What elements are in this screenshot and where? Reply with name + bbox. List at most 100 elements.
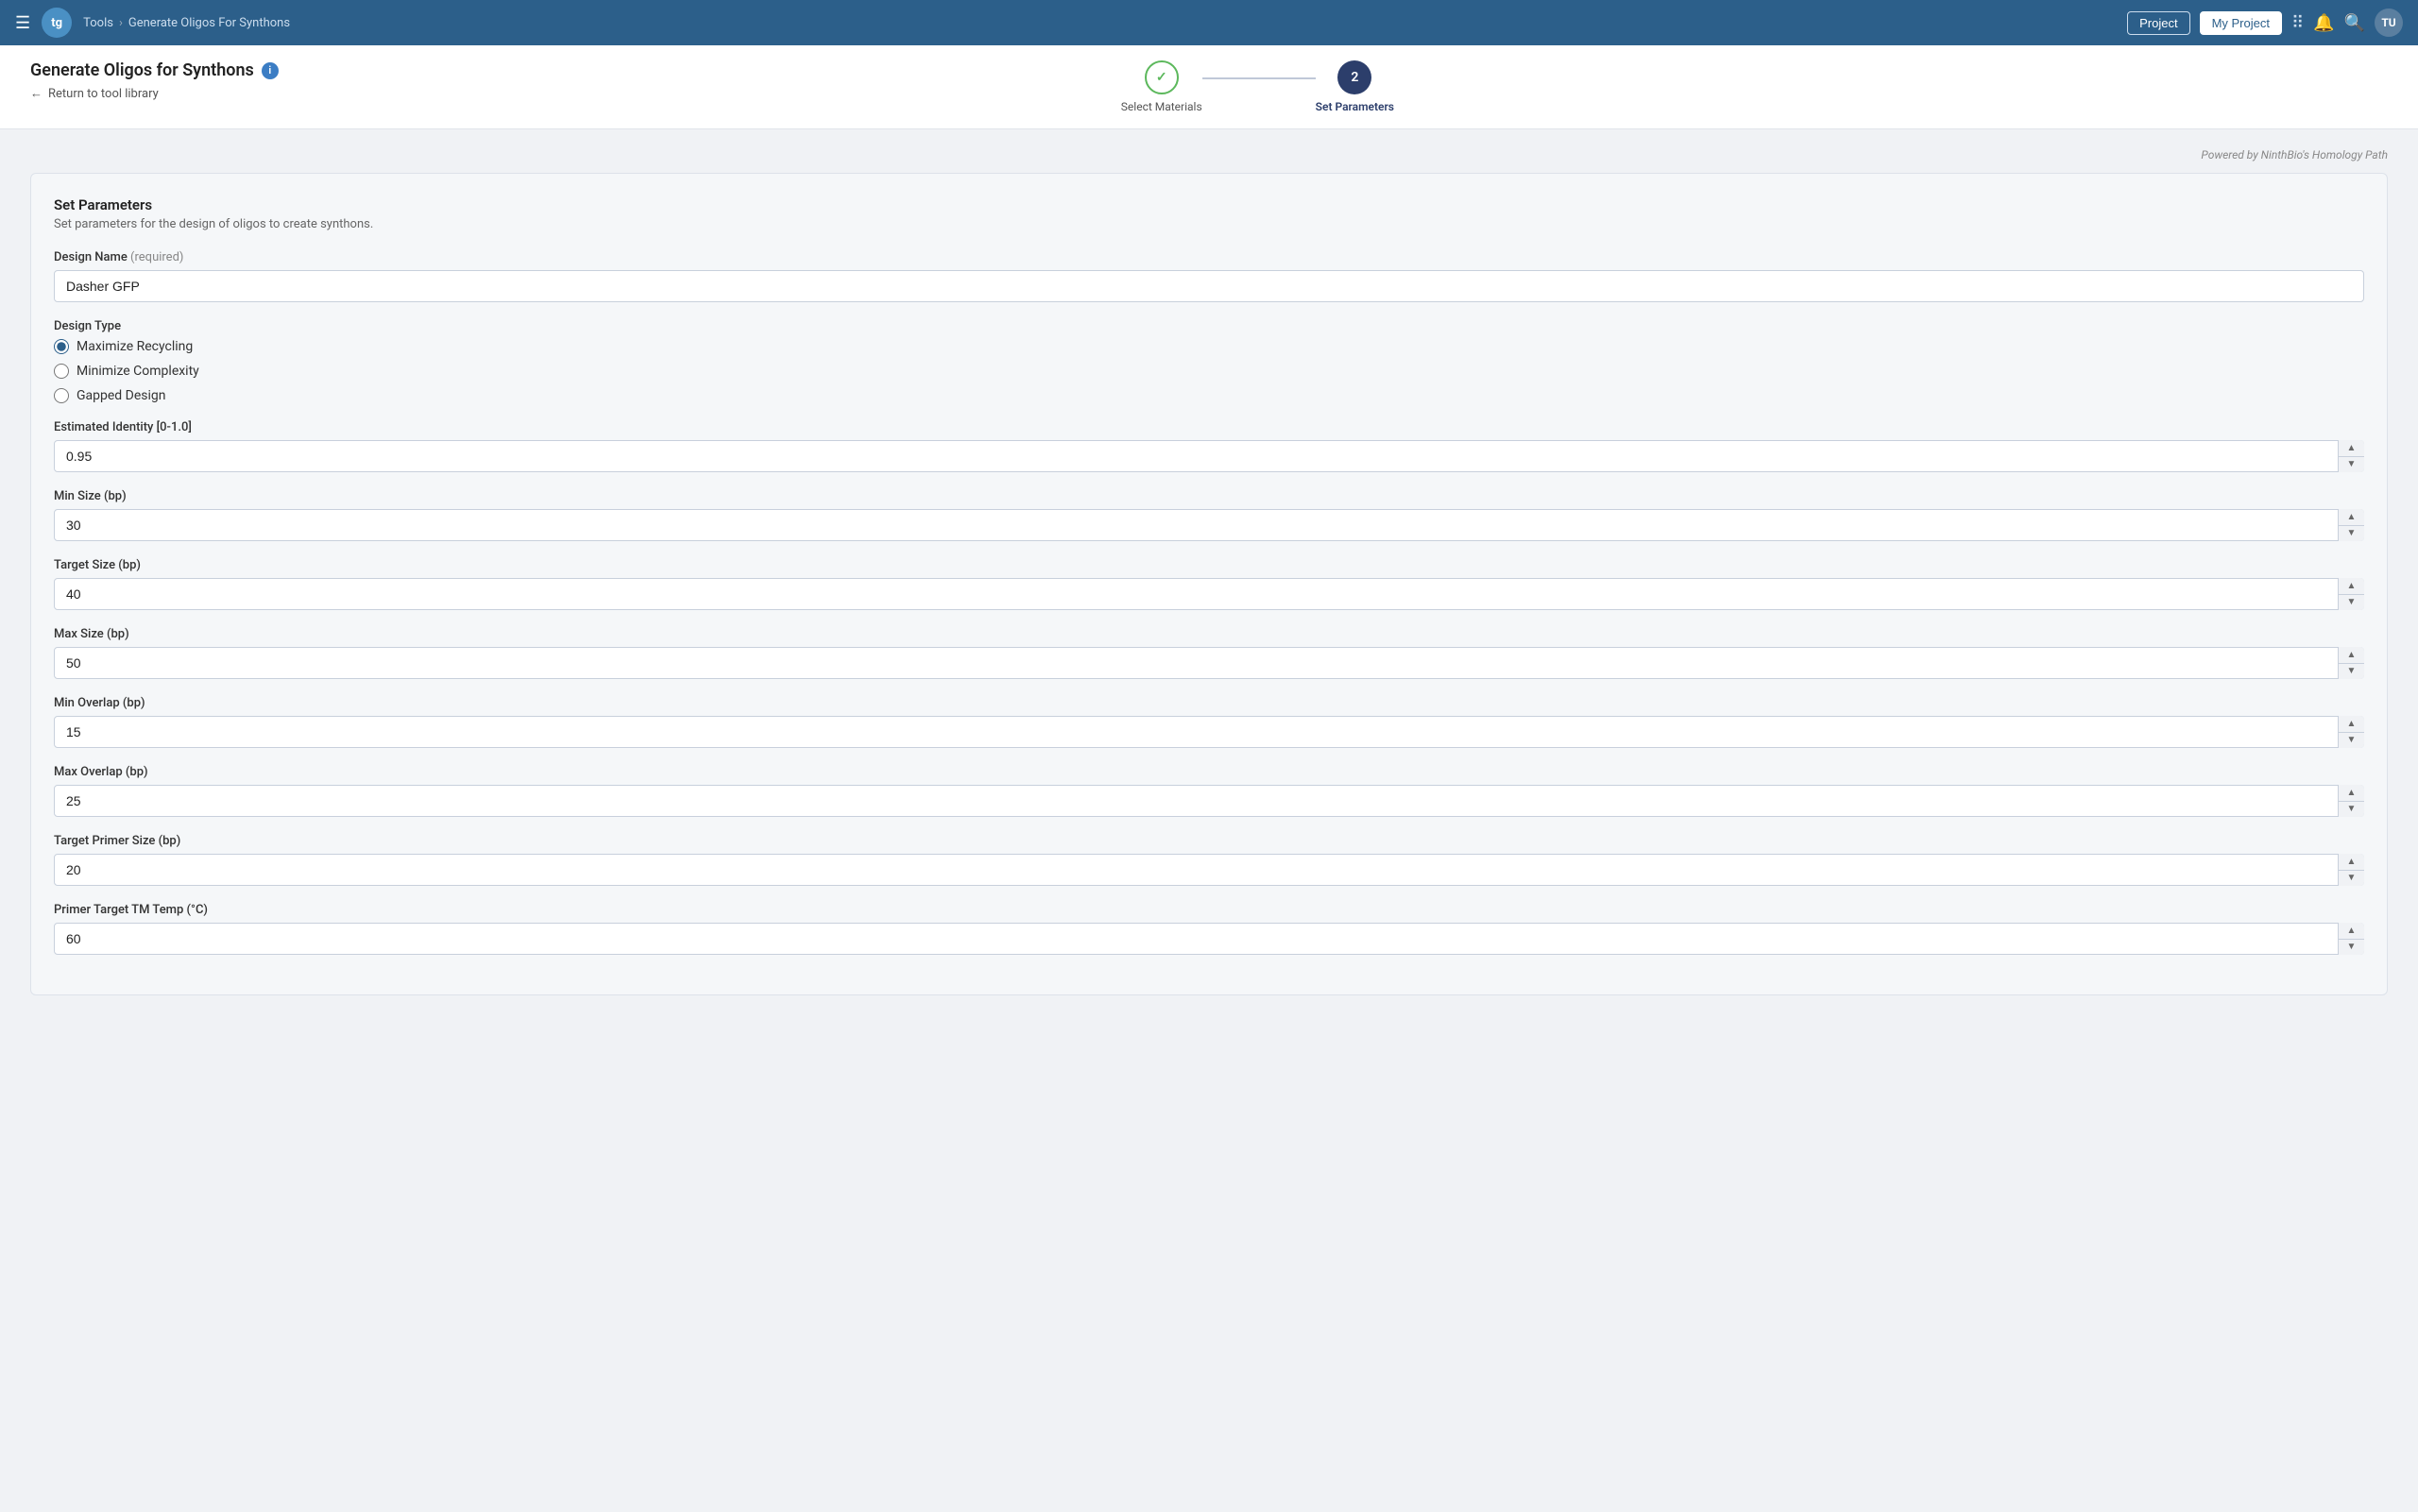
min-overlap-field-group: Min Overlap (bp) ▲ ▼ (54, 696, 2364, 748)
breadcrumb-current: Generate Oligos For Synthons (128, 16, 290, 30)
min-size-spinner: ▲ ▼ (2338, 509, 2364, 541)
target-size-spinner: ▲ ▼ (2338, 578, 2364, 610)
target-size-up[interactable]: ▲ (2339, 578, 2364, 595)
estimated-identity-down[interactable]: ▼ (2339, 457, 2364, 473)
min-size-input[interactable] (54, 509, 2364, 541)
min-overlap-down[interactable]: ▼ (2339, 733, 2364, 749)
project-button[interactable]: Project (2127, 11, 2189, 35)
main-content: Powered by NinthBio's Homology Path Set … (0, 129, 2418, 1014)
estimated-identity-label: Estimated Identity [0-1.0] (54, 420, 2364, 434)
radio-minimize-complexity[interactable]: Minimize Complexity (54, 364, 2364, 379)
min-size-field-group: Min Size (bp) ▲ ▼ (54, 489, 2364, 541)
min-overlap-wrapper: ▲ ▼ (54, 716, 2364, 748)
avatar[interactable]: TU (2375, 8, 2403, 37)
back-link[interactable]: ← Return to tool library (30, 86, 279, 101)
primer-target-tm-down[interactable]: ▼ (2339, 940, 2364, 956)
min-size-up[interactable]: ▲ (2339, 509, 2364, 526)
step-connector (1202, 77, 1316, 79)
primer-target-tm-wrapper: ▲ ▼ (54, 923, 2364, 955)
estimated-identity-spinner: ▲ ▼ (2338, 440, 2364, 472)
radio-gapped-design[interactable]: Gapped Design (54, 388, 2364, 403)
max-overlap-input[interactable] (54, 785, 2364, 817)
estimated-identity-input[interactable] (54, 440, 2364, 472)
target-primer-size-wrapper: ▲ ▼ (54, 854, 2364, 886)
target-size-down[interactable]: ▼ (2339, 595, 2364, 611)
powered-by: Powered by NinthBio's Homology Path (30, 148, 2388, 161)
estimated-identity-wrapper: ▲ ▼ (54, 440, 2364, 472)
radio-minimize-complexity-input[interactable] (54, 364, 69, 379)
form-section-title: Set Parameters (54, 196, 2364, 213)
target-primer-size-input[interactable] (54, 854, 2364, 886)
target-primer-size-spinner: ▲ ▼ (2338, 854, 2364, 886)
step-set-parameters: 2 Set Parameters (1316, 60, 1394, 113)
radio-maximize-recycling-input[interactable] (54, 339, 69, 354)
barcode-icon[interactable]: ⠿ (2291, 13, 2304, 33)
design-type-field-group: Design Type Maximize Recycling Minimize … (54, 319, 2364, 403)
target-size-wrapper: ▲ ▼ (54, 578, 2364, 610)
max-overlap-label: Max Overlap (bp) (54, 765, 2364, 779)
notification-icon[interactable]: 🔔 (2313, 13, 2334, 33)
info-icon[interactable]: i (262, 62, 279, 79)
max-size-spinner: ▲ ▼ (2338, 647, 2364, 679)
my-project-button[interactable]: My Project (2200, 11, 2282, 35)
min-overlap-up[interactable]: ▲ (2339, 716, 2364, 733)
max-overlap-up[interactable]: ▲ (2339, 785, 2364, 802)
radio-minimize-complexity-label: Minimize Complexity (77, 364, 199, 379)
min-size-wrapper: ▲ ▼ (54, 509, 2364, 541)
design-type-label: Design Type (54, 319, 2364, 333)
target-primer-size-field-group: Target Primer Size (bp) ▲ ▼ (54, 834, 2364, 886)
form-card: Set Parameters Set parameters for the de… (30, 173, 2388, 995)
target-size-field-group: Target Size (bp) ▲ ▼ (54, 558, 2364, 610)
breadcrumb: Tools › Generate Oligos For Synthons (83, 16, 290, 30)
menu-icon[interactable]: ☰ (15, 13, 30, 33)
topnav: ☰ tg Tools › Generate Oligos For Synthon… (0, 0, 2418, 45)
max-size-up[interactable]: ▲ (2339, 647, 2364, 664)
estimated-identity-field-group: Estimated Identity [0-1.0] ▲ ▼ (54, 420, 2364, 472)
min-overlap-input[interactable] (54, 716, 2364, 748)
target-primer-size-up[interactable]: ▲ (2339, 854, 2364, 871)
max-size-label: Max Size (bp) (54, 627, 2364, 641)
design-type-radio-group: Maximize Recycling Minimize Complexity G… (54, 339, 2364, 403)
primer-target-tm-label: Primer Target TM Temp (°C) (54, 903, 2364, 917)
estimated-identity-up[interactable]: ▲ (2339, 440, 2364, 457)
max-overlap-field-group: Max Overlap (bp) ▲ ▼ (54, 765, 2364, 817)
design-name-field-group: Design Name (required) (54, 250, 2364, 302)
max-size-field-group: Max Size (bp) ▲ ▼ (54, 627, 2364, 679)
design-name-label: Design Name (required) (54, 250, 2364, 264)
breadcrumb-tools[interactable]: Tools (83, 16, 113, 30)
step-1-circle: ✓ (1145, 60, 1179, 94)
primer-target-tm-input[interactable] (54, 923, 2364, 955)
radio-maximize-recycling[interactable]: Maximize Recycling (54, 339, 2364, 354)
target-primer-size-label: Target Primer Size (bp) (54, 834, 2364, 848)
max-overlap-spinner: ▲ ▼ (2338, 785, 2364, 817)
logo: tg (42, 8, 72, 38)
page-title-area: Generate Oligos for Synthons i ← Return … (30, 60, 279, 101)
design-name-input[interactable] (54, 270, 2364, 302)
step-2-label: Set Parameters (1316, 100, 1394, 113)
primer-target-tm-up[interactable]: ▲ (2339, 923, 2364, 940)
max-size-input[interactable] (54, 647, 2364, 679)
target-size-input[interactable] (54, 578, 2364, 610)
target-primer-size-down[interactable]: ▼ (2339, 871, 2364, 887)
min-overlap-spinner: ▲ ▼ (2338, 716, 2364, 748)
min-overlap-label: Min Overlap (bp) (54, 696, 2364, 710)
breadcrumb-sep-1: › (119, 16, 123, 30)
max-size-wrapper: ▲ ▼ (54, 647, 2364, 679)
radio-gapped-design-label: Gapped Design (77, 388, 166, 403)
primer-target-tm-spinner: ▲ ▼ (2338, 923, 2364, 955)
search-icon[interactable]: 🔍 (2344, 13, 2365, 33)
min-size-down[interactable]: ▼ (2339, 526, 2364, 542)
page-header: Generate Oligos for Synthons i ← Return … (0, 45, 2418, 129)
primer-target-tm-field-group: Primer Target TM Temp (°C) ▲ ▼ (54, 903, 2364, 955)
radio-gapped-design-input[interactable] (54, 388, 69, 403)
target-size-label: Target Size (bp) (54, 558, 2364, 572)
page-title: Generate Oligos for Synthons i (30, 60, 279, 80)
form-section-desc: Set parameters for the design of oligos … (54, 217, 2364, 231)
max-size-down[interactable]: ▼ (2339, 664, 2364, 680)
max-overlap-down[interactable]: ▼ (2339, 802, 2364, 818)
radio-maximize-recycling-label: Maximize Recycling (77, 339, 193, 354)
step-2-circle: 2 (1337, 60, 1371, 94)
max-overlap-wrapper: ▲ ▼ (54, 785, 2364, 817)
required-indicator: (required) (130, 250, 183, 264)
step-1-label: Select Materials (1121, 100, 1202, 113)
